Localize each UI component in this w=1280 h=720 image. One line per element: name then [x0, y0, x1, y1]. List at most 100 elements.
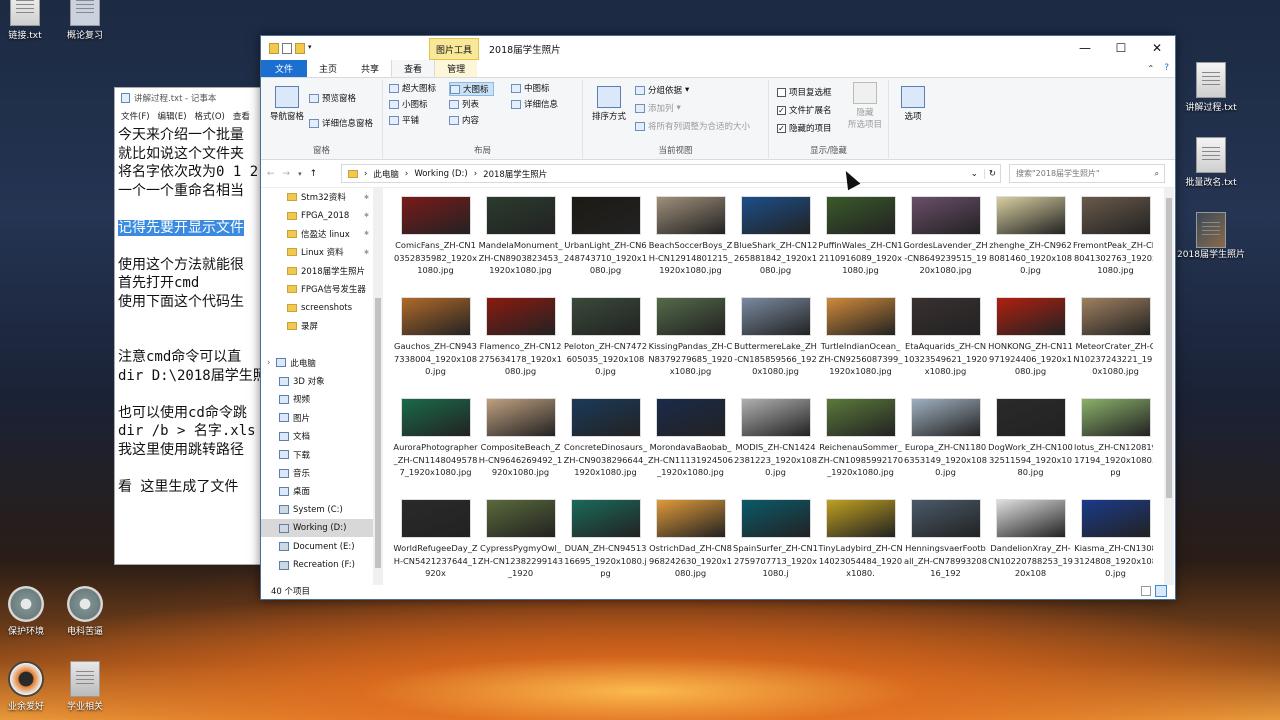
close-button[interactable]: ✕ [1139, 36, 1175, 60]
notepad-titlebar[interactable]: 讲解过程.txt - 记事本 [115, 88, 273, 108]
file-item[interactable]: WorldRefugeeDay_ZH-CN5421237644_1920x [393, 496, 478, 580]
desktop-icon-rename[interactable]: 批量改名.txt [1176, 137, 1246, 188]
nav-item[interactable]: Linux 资料 ✱ [261, 243, 373, 261]
explorer-titlebar[interactable]: ▾ 图片工具 2018届学生照片 — ☐ ✕ [261, 36, 1175, 60]
file-item[interactable]: EtaAquarids_ZH-CN10323549621_1920x1080.j… [903, 294, 988, 378]
file-item[interactable]: ComicFans_ZH-CN10352835982_1920x1080.jpg [393, 193, 478, 277]
layout-medium[interactable]: 中图标 [511, 82, 550, 94]
pin-icon[interactable]: ✱ [364, 194, 369, 201]
nav-item[interactable]: Document (E:) [261, 537, 373, 555]
nav-item[interactable]: 文档 [261, 427, 373, 445]
file-item[interactable]: CypressPygmyOwl_ZH-CN12382299143_1920 [478, 496, 563, 580]
file-item[interactable]: MODIS_ZH-CN14242381223_1920x1080.jpg [733, 395, 818, 479]
search-box[interactable]: 搜索"2018届学生照片" ⌕ [1009, 164, 1165, 183]
file-item[interactable]: ConcreteDinosaurs_ZH-CN9038296644_1920x1… [563, 395, 648, 479]
large-icons-view-icon[interactable] [1155, 585, 1167, 597]
details-view-icon[interactable] [1141, 586, 1151, 596]
nav-item[interactable]: 桌面 [261, 482, 373, 500]
sort-by-button[interactable]: 排序方式 [587, 84, 631, 122]
up-icon[interactable]: ↑ [310, 169, 318, 179]
nav-item[interactable]: System (C:) [261, 501, 373, 519]
file-item[interactable]: ReichenauSommer_ZH-CN10985992170_1920x10… [818, 395, 903, 479]
hide-selected-button[interactable]: 隐藏 所选项目 [843, 80, 887, 130]
file-item[interactable]: HenningsvaerFootball_ZH-CN7899320816_192 [903, 496, 988, 580]
file-item[interactable]: HONKONG_ZH-CN11971924406_1920x1080.jpg [988, 294, 1073, 378]
file-item[interactable]: DogWork_ZH-CN10032511594_1920x1080.jpg [988, 395, 1073, 479]
file-item[interactable]: TurtleIndianOcean_ZH-CN9256087399_1920x1… [818, 294, 903, 378]
menu-file[interactable]: 文件(F) [121, 110, 150, 122]
nav-item[interactable]: 音乐 [261, 464, 373, 482]
notepad-window[interactable]: 讲解过程.txt - 记事本 文件(F) 编辑(E) 格式(O) 查看 今天来介… [114, 87, 274, 565]
details-pane-button[interactable]: 详细信息窗格 [309, 117, 373, 129]
breadcrumb-folder[interactable]: 2018届学生照片 [483, 168, 547, 180]
search-icon[interactable]: ⌕ [1155, 169, 1164, 179]
breadcrumb-drive[interactable]: Working (D:) [414, 169, 467, 179]
file-item[interactable]: lotus_ZH-CN12081917194_1920x1080.jpg [1073, 395, 1153, 479]
help-icon[interactable]: ? [1158, 59, 1175, 77]
minimize-button[interactable]: — [1067, 36, 1103, 60]
nav-item[interactable]: Working (D:) [261, 519, 373, 538]
nav-item[interactable]: FPGA信号发生器 [261, 280, 373, 298]
nav-scrollbar[interactable] [373, 188, 383, 585]
tab-view[interactable]: 查看 [391, 59, 436, 77]
forward-icon[interactable]: → [283, 169, 291, 179]
item-checkboxes-toggle[interactable]: 项目复选框 [777, 86, 832, 98]
checkbox[interactable] [777, 87, 786, 97]
layout-small[interactable]: 小图标 [389, 98, 428, 110]
file-item[interactable]: ButtermereLake_ZH-CN185859566_1920x1080.… [733, 294, 818, 378]
refresh-icon[interactable]: ↻ [983, 168, 1000, 179]
picture-tools-tab[interactable]: 图片工具 [429, 38, 479, 60]
nav-item[interactable]: 2018届学生照片 [261, 262, 373, 280]
pin-icon[interactable]: ✱ [364, 212, 369, 219]
file-item[interactable]: KissingPandas_ZH-CN8379279685_1920x1080.… [648, 294, 733, 378]
new-folder-icon[interactable] [295, 42, 305, 54]
menu-format[interactable]: 格式(O) [195, 110, 225, 122]
file-item[interactable]: UrbanLight_ZH-CN6248743710_1920x1080.jpg [563, 193, 648, 277]
file-item[interactable]: Europa_ZH-CN11806353149_1920x1080.jpg [903, 395, 988, 479]
back-icon[interactable]: ← [267, 169, 275, 179]
desktop-icon-explain[interactable]: 讲解过程.txt [1176, 62, 1246, 113]
file-item[interactable]: AuroraPhotographer_ZH-CN11480495787_1920… [393, 395, 478, 479]
properties-icon[interactable] [282, 42, 292, 54]
nav-item[interactable]: 视频 [261, 390, 373, 408]
group-by-button[interactable]: 分组依据 ▾ [635, 84, 689, 96]
menu-view[interactable]: 查看 [233, 110, 250, 122]
file-item[interactable]: Kiasma_ZH-CN13083124808_1920x1080.jpg [1073, 496, 1153, 580]
tab-file[interactable]: 文件 [261, 59, 308, 77]
folder-icon[interactable] [269, 42, 279, 54]
nav-scrollbar-thumb[interactable] [375, 298, 381, 568]
nav-pane-button[interactable]: 导航窗格 [265, 84, 309, 122]
tab-share[interactable]: 共享 [349, 59, 391, 77]
layout-tiles[interactable]: 平铺 [389, 114, 419, 126]
chevron-down-icon[interactable]: ⌄ [971, 169, 978, 179]
nav-item[interactable]: 信盈达 linux ✱ [261, 225, 373, 243]
tab-manage[interactable]: 管理 [435, 59, 478, 77]
file-item[interactable]: Flamenco_ZH-CN12275634178_1920x1080.jpg [478, 294, 563, 378]
nav-item[interactable]: Recreation (F:) [261, 556, 373, 574]
layout-details[interactable]: 详细信息 [511, 98, 558, 110]
file-item[interactable]: BeachSoccerBoys_ZH-CN12914801215_1920x10… [648, 193, 733, 277]
nav-item[interactable]: 3D 对象 [261, 372, 373, 390]
options-button[interactable]: 选项 [891, 84, 935, 122]
file-item[interactable]: Gauchos_ZH-CN9437338004_1920x1080.jpg [393, 294, 478, 378]
file-grid[interactable]: ComicFans_ZH-CN10352835982_1920x1080.jpg… [393, 193, 1153, 583]
chevron-down-icon[interactable]: ▾ [308, 43, 316, 54]
layout-large[interactable]: 大图标 [449, 82, 494, 96]
address-bar[interactable]: › 此电脑 › Working (D:) › 2018届学生照片 ⌄ ↻ [341, 164, 1001, 183]
file-item[interactable]: DUAN_ZH-CN9451316695_1920x1080.jpg [563, 496, 648, 580]
file-extensions-toggle[interactable]: ✓ 文件扩展名 [777, 104, 832, 116]
file-item[interactable]: BlueShark_ZH-CN12265881842_1920x1080.jpg [733, 193, 818, 277]
ribbon-expand-icon[interactable]: ⌃ [1144, 59, 1159, 77]
navigation-pane[interactable]: Stm32资料 ✱ FPGA_2018 ✱ 信盈达 linux ✱ Linux 资料 ✱ 201… [261, 188, 373, 585]
file-item[interactable]: FremontPeak_ZH-CN8041302763_1920x1080.jp… [1073, 193, 1153, 277]
checkbox[interactable]: ✓ [777, 105, 786, 115]
file-item[interactable]: DandelionXray_ZH-CN10220788253_1920x108 [988, 496, 1073, 580]
nav-item[interactable]: 图片 [261, 409, 373, 427]
recent-chevron-icon[interactable]: ▾ [298, 170, 302, 178]
nav-item[interactable]: 下载 [261, 445, 373, 463]
size-columns-button[interactable]: 将所有列调整为合适的大小 [635, 120, 750, 132]
desktop-icon-photos[interactable]: 2018届学生照片 [1176, 212, 1246, 261]
layout-content[interactable]: 内容 [449, 114, 479, 126]
layout-extra-large[interactable]: 超大图标 [389, 82, 436, 94]
breadcrumb-this-pc[interactable]: 此电脑 [373, 168, 399, 180]
